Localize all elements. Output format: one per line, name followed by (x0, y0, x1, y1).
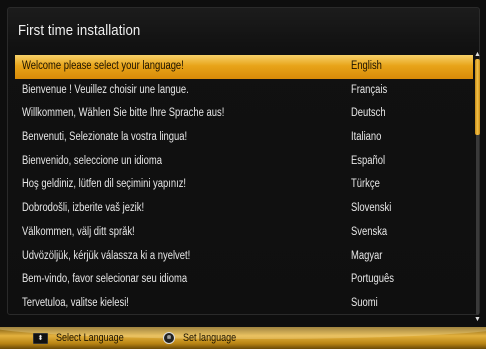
welcome-message: Bem-vindo, favor selecionar seu idioma (22, 273, 188, 286)
screen: First time installation Welcome please s… (0, 0, 486, 349)
welcome-message: Benvenuti, Selezionate la vostra lingua! (22, 131, 188, 144)
scrollbar[interactable]: ▲ ▼ (474, 51, 481, 323)
select-language-label: Select Language (56, 332, 124, 344)
language-name: Deutsch (351, 107, 386, 120)
welcome-message: Welcome please select your language! (22, 60, 184, 72)
welcome-message: Willkommen, Wählen Sie bitte Ihre Sprach… (22, 107, 225, 120)
scroll-thumb[interactable] (475, 59, 480, 135)
scroll-down-icon[interactable]: ▼ (473, 316, 482, 323)
language-row[interactable]: Bienvenido, seleccione un idioma Español (15, 150, 473, 174)
language-name: Português (351, 273, 394, 286)
page-title: First time installation (18, 22, 141, 39)
language-row[interactable]: Bem-vindo, favor selecionar seu idioma Po… (15, 268, 473, 292)
set-language-hint: ⊗ Set language (163, 327, 248, 349)
language-name: Italiano (351, 131, 382, 144)
language-row[interactable]: Bienvenue ! Veuillez choisir une langue.… (15, 79, 473, 103)
language-row[interactable]: Üdvözöljük, kérjük válassza ki a nyelvet… (15, 245, 473, 269)
scroll-up-icon[interactable]: ▲ (473, 51, 482, 58)
welcome-message: Dobrodošli, izberite vaš jezik! (22, 202, 145, 215)
welcome-message: Bienvenido, seleccione un idioma (22, 154, 162, 167)
up-down-arrows-icon: ⬍ (33, 332, 48, 344)
welcome-message: Üdvözöljük, kérjük válassza ki a nyelvet… (22, 249, 191, 262)
welcome-message: Bienvenue ! Veuillez choisir une langue. (22, 83, 189, 96)
language-name: English (351, 60, 382, 72)
welcome-message: Hoş geldiniz, lütfen dil seçimini yapını… (22, 178, 187, 191)
language-name: Français (351, 83, 388, 96)
installation-panel: First time installation Welcome please s… (7, 7, 481, 323)
language-row[interactable]: Benvenuti, Selezionate la vostra lingua!… (15, 126, 473, 150)
language-row[interactable]: Hoş geldiniz, lütfen dil seçimini yapını… (15, 173, 473, 197)
language-name: Slovenski (351, 202, 392, 215)
welcome-message: Tervetuloa, valitse kielesi! (22, 296, 129, 309)
set-language-label: Set language (183, 332, 237, 344)
language-row[interactable]: Willkommen, Wählen Sie bitte Ihre Sprach… (15, 102, 473, 126)
language-row[interactable]: Tervetuloa, valitse kielesi! Suomi (15, 292, 473, 316)
language-row[interactable]: Välkommen, välj ditt språk! Svenska (15, 221, 473, 245)
welcome-message: Välkommen, välj ditt språk! (22, 225, 135, 238)
language-list: Welcome please select your language! Engl… (15, 55, 473, 316)
language-name: Svenska (351, 225, 388, 238)
footer-bar: ⬍ Select Language ⊗ Set language (0, 327, 486, 349)
select-language-hint: ⬍ Select Language (33, 327, 139, 349)
language-name: Español (351, 154, 386, 167)
language-name: Türkçe (351, 178, 380, 191)
ok-button-icon: ⊗ (163, 332, 175, 344)
language-name: Suomi (351, 296, 378, 309)
language-name: Magyar (351, 249, 383, 262)
language-row[interactable]: Dobrodošli, izberite vaš jezik! Slovenski (15, 197, 473, 221)
language-row[interactable]: Welcome please select your language! Engl… (15, 55, 473, 79)
